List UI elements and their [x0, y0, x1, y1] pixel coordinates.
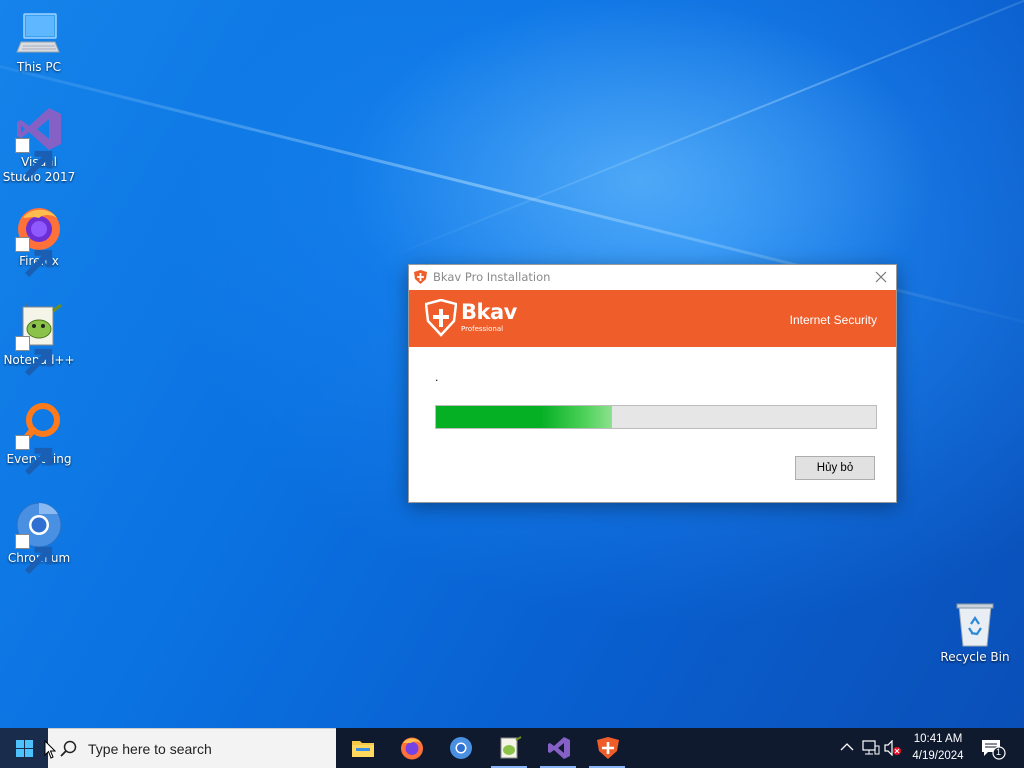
- taskbar-search-box[interactable]: Type here to search: [48, 728, 336, 768]
- notification-icon: [982, 740, 1006, 760]
- volume-muted-icon[interactable]: [884, 740, 902, 756]
- cancel-button[interactable]: Hủy bỏ: [795, 456, 875, 480]
- computer-icon: [15, 10, 63, 58]
- chevron-up-icon[interactable]: [840, 742, 854, 752]
- desktop-icon-label: This PC: [17, 60, 61, 74]
- desktop-icon-everything[interactable]: Everything: [1, 402, 77, 476]
- firefox-icon: [401, 737, 423, 760]
- bkav-shield-icon: [414, 270, 427, 284]
- desktop-icon-chromium[interactable]: Chromium: [1, 501, 77, 575]
- product-tagline: Internet Security: [789, 313, 877, 327]
- everything-search-icon: [15, 402, 63, 476]
- search-placeholder: Type here to search: [88, 741, 212, 757]
- close-button[interactable]: [866, 265, 896, 290]
- notification-center-button[interactable]: 1: [980, 738, 1006, 764]
- taskbar-file-explorer[interactable]: [340, 728, 384, 768]
- desktop-icon-recycle-bin[interactable]: Recycle Bin: [937, 600, 1013, 665]
- desktop-icon-firefox[interactable]: Firefox: [1, 204, 77, 278]
- start-button[interactable]: [0, 728, 48, 768]
- clock-time: 10:41 AM: [913, 733, 963, 745]
- bkav-icon: [597, 737, 619, 759]
- file-explorer-icon: [352, 741, 374, 757]
- dialog-title: Bkav Pro Installation: [433, 270, 551, 284]
- taskbar: Type here to search 10:41 AM 4/19/2024 1: [0, 728, 1024, 768]
- clock-date: 4/19/2024: [912, 750, 964, 762]
- taskbar-bkav[interactable]: [585, 728, 629, 768]
- shortcut-arrow-icon: [15, 138, 53, 179]
- wallpaper-light-beam: [379, 0, 1024, 262]
- taskbar-firefox[interactable]: [389, 728, 433, 768]
- taskbar-chromium[interactable]: [438, 728, 482, 768]
- desktop: This PC Visual Studio 2017 Firefox Notep…: [0, 0, 1024, 728]
- notification-count-badge: 1: [996, 747, 1002, 757]
- search-icon: [60, 740, 77, 757]
- visual-studio-icon: [548, 737, 570, 759]
- desktop-icon-visual-studio[interactable]: Visual Studio 2017: [1, 105, 77, 185]
- brand-name: Bkav: [461, 300, 517, 324]
- notepad-plus-plus-icon: [15, 303, 63, 377]
- desktop-icon-this-pc[interactable]: This PC: [1, 10, 77, 75]
- bkav-logo-icon: [424, 298, 458, 341]
- bkav-installer-dialog: Bkav Pro Installation Bkav Professional …: [408, 264, 897, 503]
- close-icon: [875, 271, 887, 283]
- firefox-icon: [15, 204, 63, 278]
- chromium-icon: [15, 501, 63, 575]
- progress-fill: [436, 406, 612, 428]
- taskbar-notepad-plus-plus[interactable]: [487, 728, 531, 768]
- desktop-icon-notepad-plus-plus[interactable]: Notepad++: [1, 303, 77, 377]
- taskbar-clock[interactable]: 10:41 AM 4/19/2024: [906, 731, 970, 765]
- shortcut-arrow-icon: [15, 237, 53, 278]
- windows-logo-icon: [16, 740, 33, 757]
- shortcut-arrow-icon: [15, 336, 53, 377]
- system-tray: [838, 728, 901, 768]
- mouse-cursor-icon: [44, 740, 56, 759]
- install-progress-bar: [435, 405, 877, 429]
- dialog-banner: Bkav Professional Internet Security: [409, 290, 896, 347]
- shortcut-arrow-icon: [15, 435, 53, 476]
- notepad-plus-plus-icon: [500, 736, 522, 759]
- brand-edition: Professional: [461, 325, 504, 333]
- network-icon[interactable]: [862, 740, 880, 756]
- desktop-icon-label: Recycle Bin: [940, 650, 1010, 664]
- dialog-titlebar[interactable]: Bkav Pro Installation: [409, 265, 896, 290]
- install-status-text: .: [435, 371, 439, 384]
- shortcut-arrow-icon: [15, 534, 53, 575]
- visual-studio-icon: [15, 105, 63, 179]
- taskbar-visual-studio[interactable]: [536, 728, 580, 768]
- recycle-bin-icon: [951, 600, 999, 648]
- chromium-icon: [450, 737, 472, 759]
